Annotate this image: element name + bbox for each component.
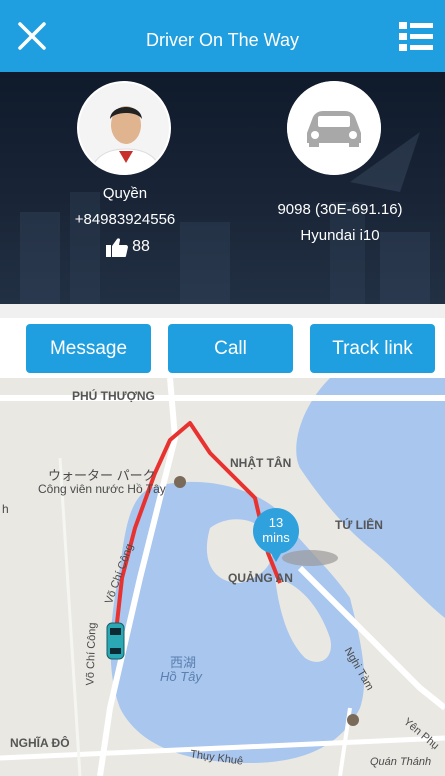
action-buttons: Message Call Track link bbox=[0, 304, 445, 382]
map-label-nhat-tan: NHẬT TÂN bbox=[230, 456, 292, 470]
map-label-phu-thuong: PHÚ THƯỢNG bbox=[72, 389, 155, 403]
route-map[interactable]: PHÚ THƯỢNG NHẬT TÂN ウォーター パーク Công viên … bbox=[0, 378, 445, 776]
driver-likes: 88 bbox=[88, 237, 168, 257]
top-bar: Driver On The Way bbox=[0, 0, 445, 72]
call-button[interactable]: Call bbox=[168, 324, 293, 373]
driver-avatar bbox=[77, 81, 171, 175]
map-label-quang-an: QUẢNG AN bbox=[228, 571, 293, 585]
driver-panel: Quyền +84983924556 88 9098 (30E-691.16) … bbox=[0, 72, 445, 304]
car-marker-icon bbox=[106, 622, 125, 660]
list-menu-icon[interactable] bbox=[399, 22, 433, 52]
map-label-h: h bbox=[2, 502, 9, 516]
map-label-quan-thanh: Quán Thánh bbox=[370, 756, 432, 768]
track-link-button[interactable]: Track link bbox=[310, 324, 435, 373]
driver-phone: +84983924556 bbox=[74, 211, 176, 228]
map-canvas bbox=[0, 378, 445, 776]
map-label-nghia-do: NGHĨA ĐÔ bbox=[10, 736, 70, 750]
map-label-tu-lien: TỨ LIÊN bbox=[335, 518, 383, 532]
eta-pin-marker[interactable]: 13 mins bbox=[253, 508, 299, 554]
map-label-vo-chi-cong-2: Võ Chí Công bbox=[84, 622, 99, 686]
map-label-water-park-vi: Công viên nước Hồ Tây bbox=[38, 482, 166, 496]
eta-unit: mins bbox=[262, 530, 290, 545]
driver-photo bbox=[79, 83, 169, 173]
map-label-lake-vi: Hồ Tây bbox=[160, 669, 202, 684]
car-icon bbox=[287, 81, 381, 175]
message-button[interactable]: Message bbox=[26, 324, 151, 373]
vehicle-plate: 9098 (30E-691.16) bbox=[277, 201, 403, 218]
driver-name: Quyền bbox=[102, 185, 148, 202]
likes-count: 88 bbox=[132, 238, 150, 255]
eta-pin-tail bbox=[269, 550, 283, 562]
eta-value: 13 bbox=[268, 515, 284, 530]
thumbs-up-icon bbox=[106, 238, 129, 257]
vehicle-model: Hyundai i10 bbox=[300, 227, 380, 244]
page-title: Driver On The Way bbox=[145, 30, 300, 50]
